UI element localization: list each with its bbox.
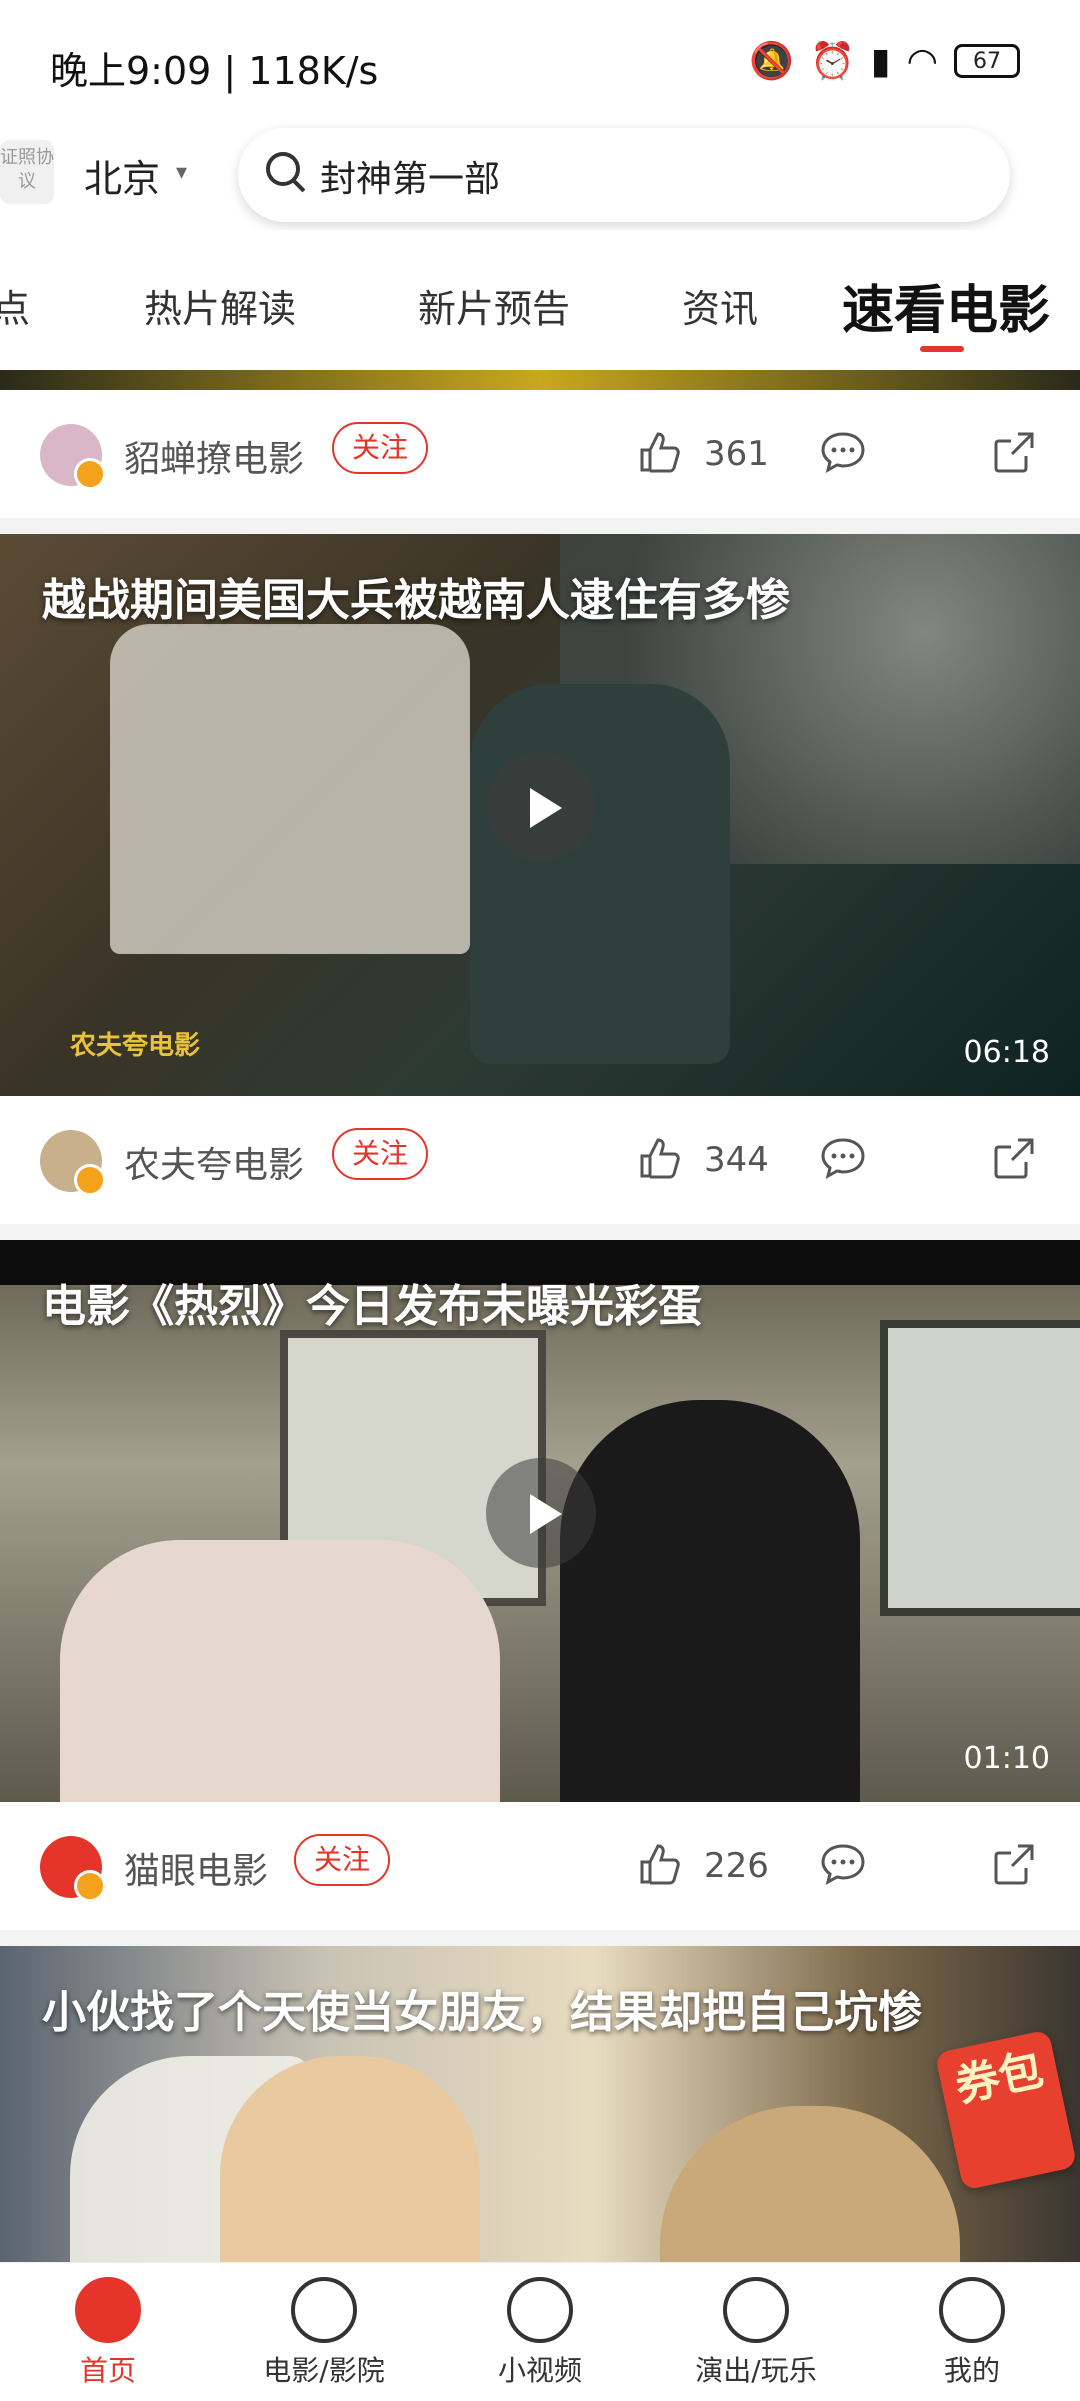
video-card[interactable]: 越战期间美国大兵被越南人逮住有多惨 农夫夸电影 06:18 [0, 534, 1080, 1096]
video-thumbnail-figure [470, 684, 730, 1064]
nav-label: 演出/玩乐 [695, 2354, 817, 2387]
tab-partial[interactable]: 点 [0, 278, 30, 333]
share-icon[interactable] [990, 1134, 1038, 1182]
author-name[interactable]: 貂蝉撩电影 [124, 430, 304, 482]
feed-divider [0, 518, 1080, 534]
video-thumbnail-figure [560, 1400, 860, 1802]
active-tab-indicator [920, 346, 964, 352]
play-circle-icon [507, 2277, 573, 2343]
mute-icon: 🔕 [749, 41, 794, 82]
author-name[interactable]: 农夫夸电影 [124, 1136, 304, 1188]
tab-quick-movies[interactable]: 速看电影 [842, 268, 1050, 343]
agreement-button[interactable]: 证照协议 [0, 140, 54, 204]
profile-icon [939, 2277, 1005, 2343]
tab-hot-analysis[interactable]: 热片解读 [144, 278, 296, 333]
share-icon[interactable] [990, 1840, 1038, 1888]
like-icon[interactable] [636, 1840, 684, 1888]
video-meta-row: 猫眼电影 关注 226 [0, 1802, 1080, 1930]
video-feed: 貂蝉撩电影 关注 361 越战期间美国大兵被越南人逮住有多惨 农夫夸电影 06:… [0, 370, 1080, 2346]
nav-home[interactable]: 首页 [28, 2269, 188, 2389]
home-icon [75, 2277, 141, 2343]
verified-badge-icon [74, 1164, 106, 1196]
search-bar[interactable]: 封神第一部 [238, 128, 1010, 222]
avatar[interactable] [40, 424, 106, 490]
video-thumbnail-partial[interactable] [0, 370, 1080, 390]
alarm-icon: ⏰ [809, 41, 855, 82]
feed-divider [0, 1930, 1080, 1946]
status-time: 晚上9:09 | 118K/s [50, 49, 379, 93]
play-icon[interactable] [486, 1458, 596, 1568]
like-icon[interactable] [636, 1134, 684, 1182]
video-meta-row: 农夫夸电影 关注 344 [0, 1096, 1080, 1224]
nav-cinema[interactable]: 电影/影院 [244, 2269, 404, 2389]
nav-label: 首页 [79, 2354, 136, 2387]
nav-short-video[interactable]: 小视频 [460, 2269, 620, 2389]
feed-divider [0, 1224, 1080, 1240]
avatar[interactable] [40, 1130, 106, 1196]
video-title: 越战期间美国大兵被越南人逮住有多惨 [42, 575, 790, 626]
tab-news[interactable]: 资讯 [682, 278, 758, 333]
search-icon [266, 152, 300, 186]
video-duration: 01:10 [963, 1741, 1050, 1776]
search-input[interactable]: 封神第一部 [320, 150, 500, 202]
city-selector[interactable]: 北京 [84, 148, 160, 203]
like-count: 226 [704, 1846, 769, 1886]
video-card[interactable]: 电影《热烈》今日发布未曝光彩蛋 01:10 [0, 1240, 1080, 1802]
bottom-nav: 首页 电影/影院 小视频 演出/玩乐 我的 [0, 2262, 1080, 2401]
chevron-down-icon: ▾ [176, 160, 188, 185]
signal-icon: ▮ [870, 40, 891, 82]
video-thumbnail-window [880, 1320, 1080, 1616]
video-thumbnail-figure [110, 624, 470, 954]
video-title: 小伙找了个天使当女朋友，结果却把自己坑惨 [42, 1987, 922, 2038]
battery-icon: 67 [954, 44, 1020, 78]
verified-badge-icon [74, 458, 106, 490]
wifi-icon: ◠ [906, 40, 938, 82]
like-count: 344 [704, 1140, 769, 1180]
like-count: 361 [704, 434, 769, 474]
header: 证照协议 北京 ▾ 封神第一部 [0, 120, 1080, 230]
comment-icon[interactable] [818, 1134, 868, 1182]
nav-label: 小视频 [497, 2354, 582, 2387]
nav-label: 电影/影院 [263, 2354, 385, 2387]
verified-badge-icon [74, 1870, 106, 1902]
status-icons: 🔕 ⏰ ▮ ◠ 67 [749, 40, 1020, 82]
category-tabs: 点 热片解读 新片预告 资讯 速看电影 [0, 230, 1080, 370]
follow-button[interactable]: 关注 [332, 422, 429, 474]
share-icon[interactable] [990, 428, 1038, 476]
comment-icon[interactable] [818, 428, 868, 476]
play-icon[interactable] [486, 752, 596, 862]
follow-button[interactable]: 关注 [332, 1128, 429, 1180]
video-title: 电影《热烈》今日发布未曝光彩蛋 [42, 1281, 702, 1332]
video-meta-row: 貂蝉撩电影 关注 361 [0, 390, 1080, 518]
tab-new-trailers[interactable]: 新片预告 [418, 278, 570, 333]
status-bar: 晚上9:09 | 118K/s 🔕 ⏰ ▮ ◠ 67 [0, 0, 1080, 120]
video-thumbnail-figure [60, 1540, 500, 1802]
music-note-icon [723, 2277, 789, 2343]
comment-icon[interactable] [818, 1840, 868, 1888]
like-icon[interactable] [636, 428, 684, 476]
follow-button[interactable]: 关注 [294, 1834, 391, 1886]
nav-profile[interactable]: 我的 [892, 2269, 1052, 2389]
avatar[interactable] [40, 1836, 106, 1902]
nav-label: 我的 [943, 2354, 1000, 2387]
author-name[interactable]: 猫眼电影 [124, 1842, 268, 1894]
video-watermark: 农夫夸电影 [70, 1031, 201, 1061]
film-reel-icon [291, 2277, 357, 2343]
video-duration: 06:18 [963, 1035, 1050, 1070]
nav-shows[interactable]: 演出/玩乐 [676, 2269, 836, 2389]
